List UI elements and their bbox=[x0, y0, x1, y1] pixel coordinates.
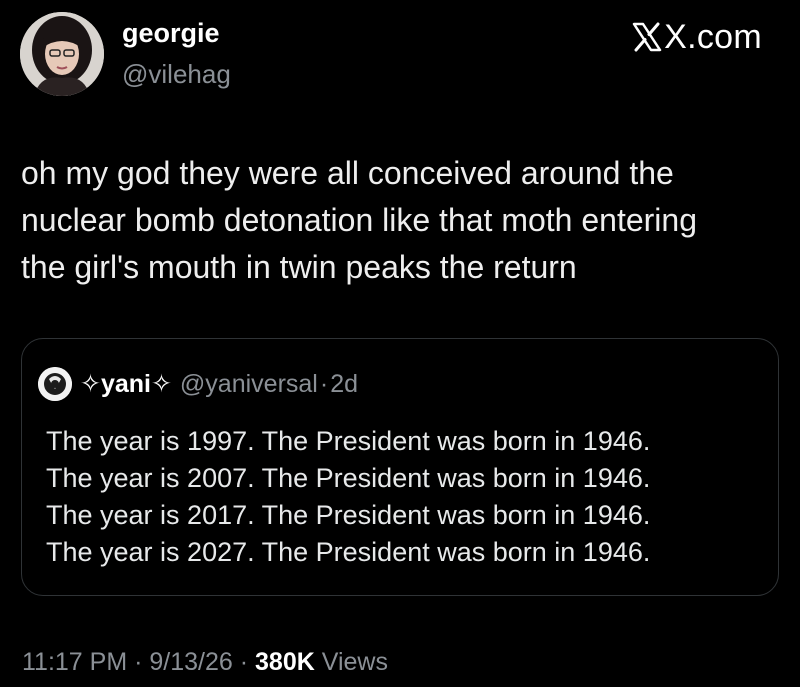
quote-avatar[interactable] bbox=[38, 367, 72, 401]
x-logo-icon bbox=[632, 22, 662, 52]
quote-timestamp[interactable]: 2d bbox=[330, 370, 358, 399]
quote-handle[interactable]: @yaniversal bbox=[180, 370, 318, 399]
tweet-date[interactable]: 9/13/26 bbox=[149, 648, 232, 676]
quote-display-name[interactable]: ✧yani✧ bbox=[80, 369, 172, 399]
views-count[interactable]: 380K bbox=[255, 648, 315, 676]
tweet-meta: 11:17 PM · 9/13/26 · 380K Views bbox=[22, 650, 388, 675]
author-display-name[interactable]: georgie bbox=[122, 20, 220, 47]
quote-line: The year is 2007. The President was born… bbox=[46, 463, 651, 493]
meta-separator: · bbox=[127, 648, 150, 676]
tweet-time[interactable]: 11:17 PM bbox=[22, 648, 127, 676]
meta-separator: · bbox=[232, 648, 256, 676]
author-avatar[interactable] bbox=[20, 12, 104, 96]
quote-line: The year is 2017. The President was born… bbox=[46, 500, 651, 530]
brand-watermark: X.com bbox=[632, 20, 762, 54]
quote-line: The year is 2027. The President was born… bbox=[46, 537, 651, 567]
tweet-line: the girl's mouth in twin peaks the retur… bbox=[21, 249, 577, 285]
quote-text: The year is 1997. The President was born… bbox=[46, 423, 650, 571]
quote-line: The year is 1997. The President was born… bbox=[46, 426, 651, 456]
avatar-photo-icon bbox=[20, 12, 104, 96]
tweet-line: oh my god they were all conceived around… bbox=[21, 155, 674, 191]
views-label: Views bbox=[314, 648, 388, 676]
quote-tweet-card[interactable]: ✧yani✧ @yaniversal · 2d The year is 1997… bbox=[21, 338, 779, 596]
author-handle[interactable]: @vilehag bbox=[122, 61, 231, 87]
quote-avatar-icon bbox=[38, 367, 72, 401]
brand-label: X.com bbox=[664, 18, 762, 56]
quote-header: ✧yani✧ @yaniversal · 2d bbox=[38, 367, 358, 401]
tweet-line: nuclear bomb detonation like that moth e… bbox=[21, 202, 697, 238]
tweet-text: oh my god they were all conceived around… bbox=[21, 150, 791, 291]
quote-separator: · bbox=[319, 369, 329, 398]
